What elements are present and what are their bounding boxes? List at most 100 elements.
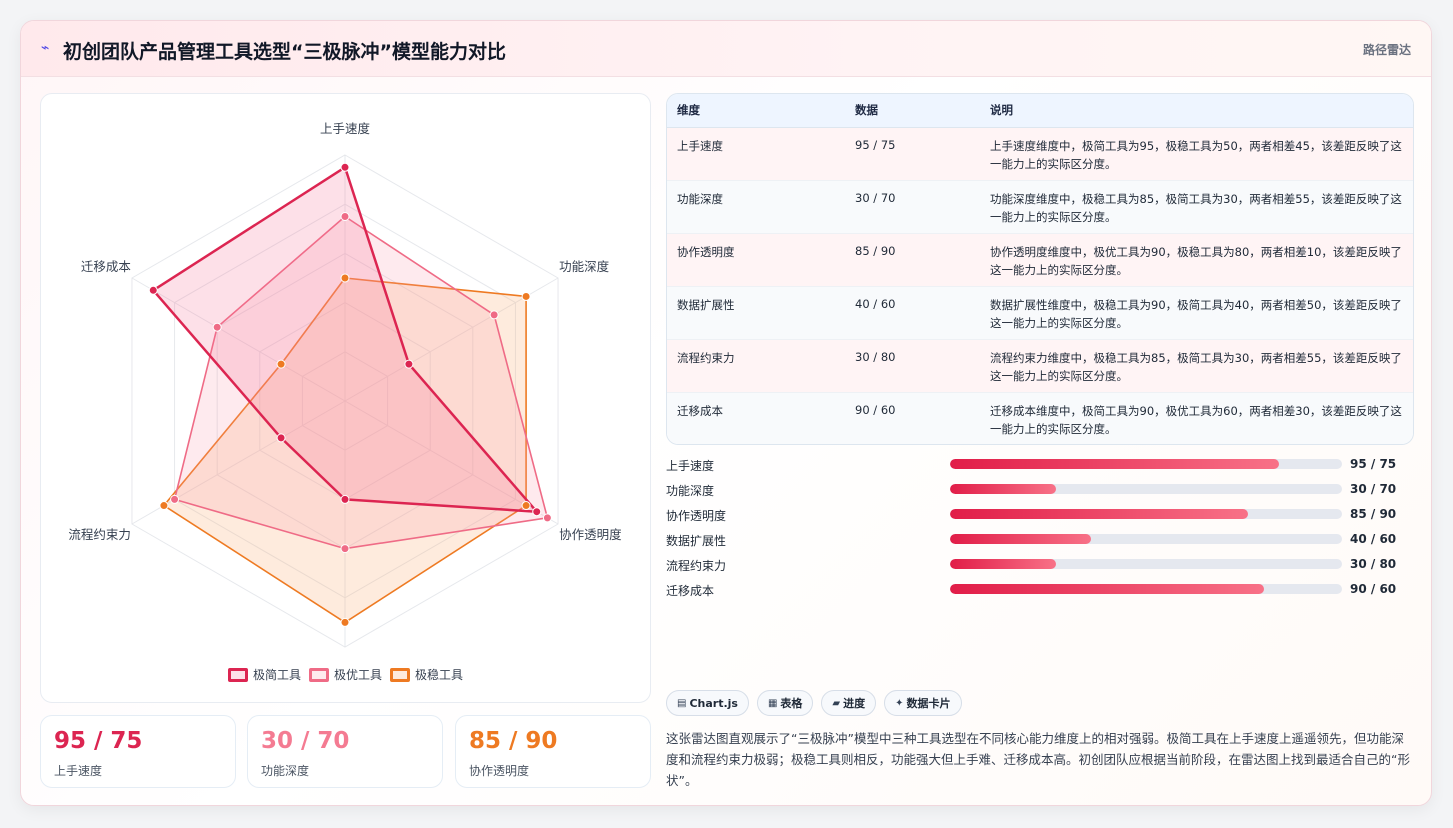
stat-card: 95 / 75 上手速度: [40, 715, 236, 788]
radar-point: [542, 513, 552, 523]
table-cell-description: 数据扩展性维度中，极稳工具为90，极简工具为40，两者相差50，该差距反映了这一…: [980, 286, 1413, 340]
radar-point: [340, 494, 350, 504]
chart-icon: ▤: [677, 697, 687, 709]
progress-value: 30 / 70: [1350, 482, 1397, 496]
card-icon: ✦: [895, 697, 904, 709]
table-cell-description: 迁移成本维度中，极简工具为90，极优工具为60，两者相差30，该差距反映了这一能…: [980, 392, 1413, 444]
radar-point: [340, 544, 350, 554]
legend-label: 极简工具: [252, 668, 301, 682]
progress-row: 迁移成本 90 / 60: [666, 580, 1414, 605]
table-cell-data: 40 / 60: [845, 286, 980, 340]
table-cell-dimension: 流程约束力: [667, 339, 845, 393]
progress-bars: 上手速度 95 / 75 功能深度 30 / 70 协作透明度 85 / 90 数据扩展性 4…: [666, 455, 1414, 605]
radar-axis-label: 流程约束力: [68, 527, 131, 542]
radar-point: [521, 501, 531, 511]
progress-label: 数据扩展性: [666, 534, 727, 548]
tag-label: 表格: [780, 697, 803, 710]
legend-item[interactable]: 极简工具: [227, 666, 301, 683]
table-row: 流程约束力 30 / 80 流程约束力维度中，极稳工具为85，极简工具为30，两者相…: [667, 339, 1413, 393]
table-header-dimension: 维度: [667, 94, 845, 128]
tag-表格[interactable]: ▦ 表格: [756, 690, 814, 716]
page-title: 初创团队产品管理工具选型“三极脉冲”模型能力对比: [63, 41, 506, 63]
progress-fill: [950, 534, 1092, 544]
progress-fill: [950, 559, 1056, 569]
tag-label: 数据卡片: [906, 697, 951, 710]
legend-swatch: [308, 667, 329, 682]
tag-label: Chart.js: [689, 696, 738, 710]
radar-point: [340, 617, 350, 627]
progress-fill: [950, 484, 1056, 494]
legend-label: 极稳工具: [415, 668, 464, 682]
stat-label: 上手速度: [54, 764, 103, 778]
radar-axis-label: 功能深度: [559, 259, 610, 274]
table-cell-dimension: 迁移成本: [667, 392, 845, 444]
table-cell-description: 协作透明度维度中，极优工具为90，极稳工具为80，两者相差10，该差距反映了这一…: [980, 233, 1413, 287]
progress-row: 功能深度 30 / 70: [666, 480, 1414, 505]
radar-chart-panel: 上手速度功能深度协作透明度数据扩展性流程约束力迁移成本 极简工具极优工具极稳工具: [40, 93, 651, 703]
progress-label: 功能深度: [666, 484, 715, 498]
table-row: 数据扩展性 40 / 60 数据扩展性维度中，极稳工具为90，极简工具为40，两者相…: [667, 286, 1413, 340]
progress-fill: [950, 584, 1264, 594]
table-cell-dimension: 协作透明度: [667, 233, 845, 287]
progress-icon: ▰: [832, 697, 841, 709]
tag-chart-js[interactable]: ▤ Chart.js: [666, 690, 749, 716]
legend-swatch: [390, 667, 410, 682]
table-cell-data: 90 / 60: [845, 392, 980, 444]
radar-point: [489, 310, 499, 320]
stat-card: 85 / 90 协作透明度: [455, 715, 651, 788]
table-header-description: 说明: [980, 94, 1413, 128]
radar-point: [521, 291, 531, 301]
stat-label: 协作透明度: [469, 764, 530, 778]
tag-数据卡片[interactable]: ✦ 数据卡片: [884, 690, 962, 716]
progress-label: 迁移成本: [666, 584, 715, 598]
table-cell-data: 30 / 70: [845, 180, 980, 234]
summary-text: 这张雷达图直观展示了“三极脉冲”模型中三种工具选型在不同核心能力维度上的相对强弱…: [666, 731, 1410, 788]
progress-row: 数据扩展性 40 / 60: [666, 530, 1414, 555]
legend-item[interactable]: 极稳工具: [390, 666, 463, 683]
radar-axis-label: 上手速度: [320, 121, 371, 136]
radar-axis-label: 协作透明度: [559, 527, 622, 542]
legend-label: 极优工具: [333, 668, 382, 682]
radar-point: [340, 212, 350, 221]
tag-进度[interactable]: ▰ 进度: [821, 690, 877, 716]
table-cell-dimension: 上手速度: [667, 127, 845, 181]
stat-label: 功能深度: [261, 764, 310, 778]
table-cell-data: 30 / 80: [845, 339, 980, 393]
stat-card: 30 / 70 功能深度: [247, 715, 443, 788]
legend-swatch: [227, 667, 248, 682]
progress-value: 85 / 90: [1350, 507, 1397, 521]
table-row: 迁移成本 90 / 60 迁移成本维度中，极简工具为90，极优工具为60，两者相差3…: [667, 392, 1413, 444]
table-icon: ▦: [767, 697, 778, 709]
progress-fill: [950, 509, 1248, 519]
tag-list: ▤ Chart.js ▦ 表格 ▰ 进度 ✦ 数据卡片: [666, 690, 962, 716]
table-header-data: 数据: [845, 94, 980, 128]
radar-chart: 上手速度功能深度协作透明度数据扩展性流程约束力迁移成本: [68, 121, 622, 648]
radar-point: [212, 322, 222, 332]
radar-point: [159, 501, 169, 511]
legend-item[interactable]: 极优工具: [308, 666, 382, 683]
data-table: 维度 数据 说明 上手速度 95 / 75 上手速度维度中，极简工具为95，极稳工具…: [666, 93, 1414, 445]
progress-track: [950, 459, 1342, 469]
progress-fill: [950, 459, 1280, 469]
radar-point: [404, 359, 414, 369]
progress-track: [950, 509, 1342, 519]
path-radar-label[interactable]: 路径雷达: [1363, 41, 1411, 58]
stat-value: 30 / 70: [261, 728, 350, 754]
progress-label: 流程约束力: [666, 559, 727, 573]
progress-row: 流程约束力 30 / 80: [666, 555, 1414, 580]
table-cell-dimension: 数据扩展性: [667, 286, 845, 340]
table-row: 功能深度 30 / 70 功能深度维度中，极稳工具为85，极简工具为30，两者相差5…: [667, 180, 1413, 234]
stat-value: 95 / 75: [54, 728, 143, 754]
table-cell-description: 流程约束力维度中，极稳工具为85，极简工具为30，两者相差55，该差距反映了这一…: [980, 339, 1413, 393]
progress-track: [950, 584, 1342, 594]
table-row: 上手速度 95 / 75 上手速度维度中，极简工具为95，极稳工具为50，两者相差4…: [667, 127, 1413, 181]
chart-legend: 极简工具 极优工具 极稳工具: [41, 666, 650, 685]
progress-row: 上手速度 95 / 75: [666, 455, 1414, 480]
stat-value: 85 / 90: [469, 728, 558, 754]
progress-label: 协作透明度: [666, 509, 727, 523]
radar-point: [532, 507, 542, 517]
progress-row: 协作透明度 85 / 90: [666, 505, 1414, 530]
progress-value: 90 / 60: [1350, 582, 1397, 596]
progress-track: [950, 484, 1342, 494]
tag-label: 进度: [843, 697, 866, 710]
